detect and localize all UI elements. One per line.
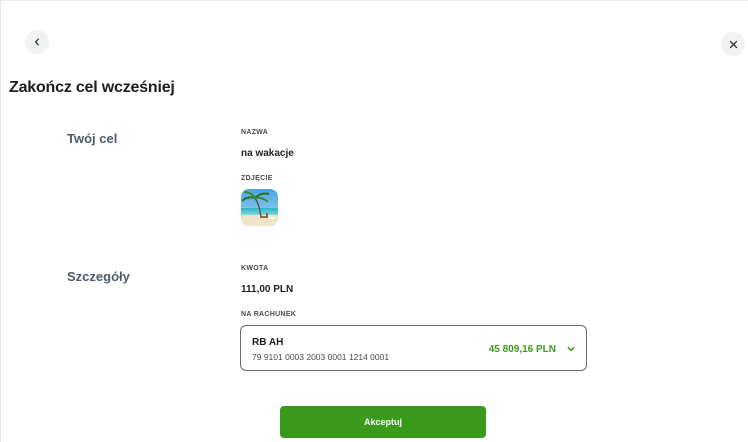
photo-label: ZDJĘCIE xyxy=(241,175,273,182)
name-value: na wakacje xyxy=(241,148,294,159)
section-label-details: Szczegóły xyxy=(67,269,130,284)
close-icon xyxy=(729,40,737,48)
chevron-down-icon xyxy=(567,346,575,352)
chevron-left-icon xyxy=(34,38,39,46)
modal-frame: Zakończ cel wcześniej Twój cel NAZWA na … xyxy=(0,0,748,442)
goal-photo xyxy=(241,189,278,226)
page-title: Zakończ cel wcześniej xyxy=(9,79,175,96)
accept-button[interactable]: Akceptuj xyxy=(280,406,486,438)
name-label: NAZWA xyxy=(241,129,269,136)
account-label: NA RACHUNEK xyxy=(241,311,297,318)
back-button[interactable] xyxy=(25,30,49,54)
beach-photo-icon xyxy=(241,189,278,226)
account-select[interactable]: RB AH 79 9101 0003 2003 0001 1214 0001 4… xyxy=(240,325,587,371)
account-name: RB AH xyxy=(252,337,284,348)
amount-label: KWOTA xyxy=(241,265,269,272)
amount-value: 111,00 PLN xyxy=(241,284,294,295)
account-number: 79 9101 0003 2003 0001 1214 0001 xyxy=(252,352,390,362)
close-button[interactable] xyxy=(721,32,745,56)
section-label-goal: Twój cel xyxy=(67,131,118,146)
account-balance: 45 809,16 PLN xyxy=(488,344,556,355)
